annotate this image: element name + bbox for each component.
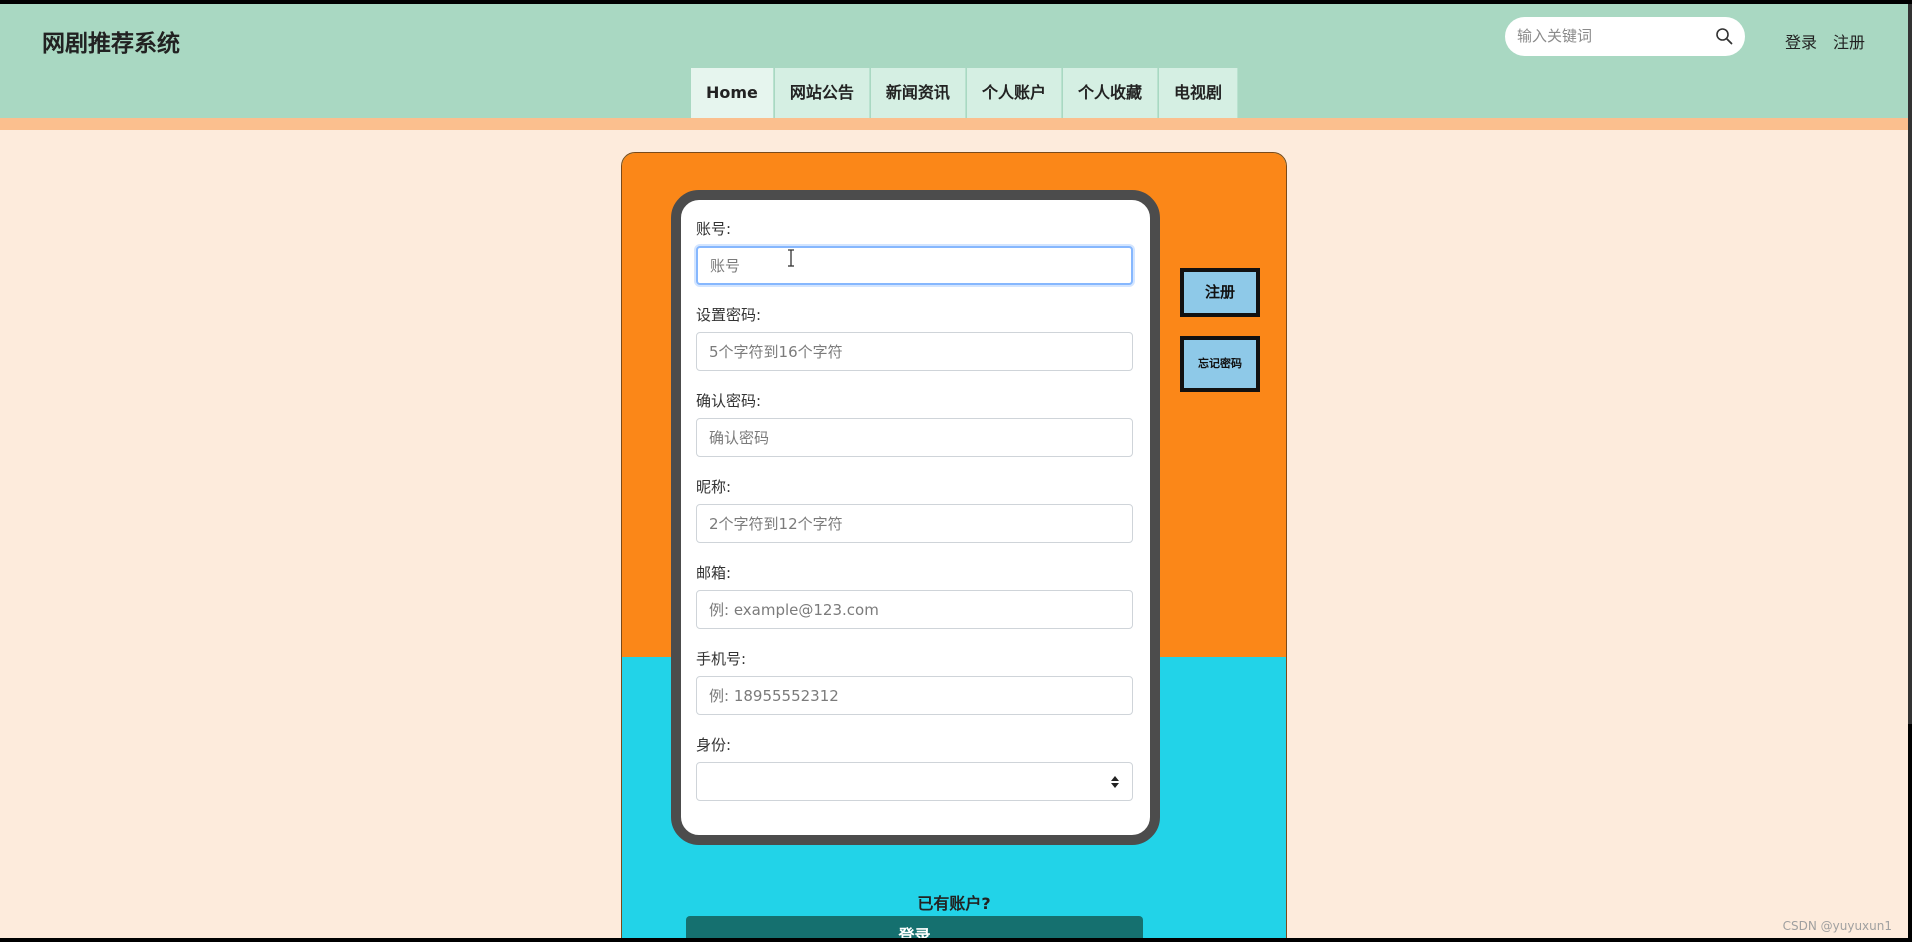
search-box	[1505, 17, 1745, 56]
nickname-input[interactable]	[696, 504, 1133, 543]
nickname-label: 昵称:	[696, 478, 732, 496]
site-title: 网剧推荐系统	[42, 30, 180, 56]
nav-favorites[interactable]: 个人收藏	[1061, 68, 1158, 118]
email-input[interactable]	[696, 590, 1133, 629]
register-panel: 账号: 设置密码: 确认密码: 昵称: 邮箱: 手机号: 身份:	[621, 152, 1287, 938]
header: 网剧推荐系统 登录 注册 Home 网站公告 新闻资讯 个人账户 个人收藏 电视…	[0, 4, 1908, 118]
password-label: 设置密码:	[696, 306, 762, 324]
account-label: 账号:	[696, 220, 732, 238]
confirm-password-label: 确认密码:	[696, 392, 762, 410]
password-input[interactable]	[696, 332, 1133, 371]
watermark: CSDN @yuyuxun1	[1782, 919, 1892, 933]
scrollbar[interactable]	[1908, 4, 1912, 724]
search-input[interactable]	[1517, 25, 1707, 47]
register-button[interactable]: 注册	[1180, 268, 1260, 317]
select-caret-icon	[1111, 776, 1119, 788]
role-select[interactable]	[696, 762, 1133, 801]
forgot-password-button[interactable]: 忘记密码	[1180, 336, 1260, 392]
nav-tv-series[interactable]: 电视剧	[1157, 68, 1238, 118]
main-nav: Home 网站公告 新闻资讯 个人账户 个人收藏 电视剧	[690, 68, 1238, 118]
email-label: 邮箱:	[696, 564, 732, 582]
login-link[interactable]: 登录	[1785, 29, 1817, 53]
has-account-text: 已有账户?	[917, 894, 991, 913]
nav-home[interactable]: Home	[690, 68, 774, 118]
phone-input[interactable]	[696, 676, 1133, 715]
register-link[interactable]: 注册	[1833, 29, 1865, 53]
login-button[interactable]: 登录	[686, 916, 1143, 938]
nav-account[interactable]: 个人账户	[965, 68, 1062, 118]
phone-label: 手机号:	[696, 650, 747, 668]
page: 网剧推荐系统 登录 注册 Home 网站公告 新闻资讯 个人账户 个人收藏 电视…	[0, 4, 1908, 938]
nav-news[interactable]: 新闻资讯	[869, 68, 966, 118]
register-form: 账号: 设置密码: 确认密码: 昵称: 邮箱: 手机号: 身份:	[671, 190, 1160, 845]
confirm-password-input[interactable]	[696, 418, 1133, 457]
header-divider	[0, 118, 1908, 130]
account-input[interactable]	[696, 246, 1133, 285]
text-cursor-icon	[788, 249, 794, 267]
role-label: 身份:	[696, 736, 732, 754]
search-icon[interactable]	[1715, 27, 1733, 45]
nav-announcements[interactable]: 网站公告	[773, 68, 870, 118]
